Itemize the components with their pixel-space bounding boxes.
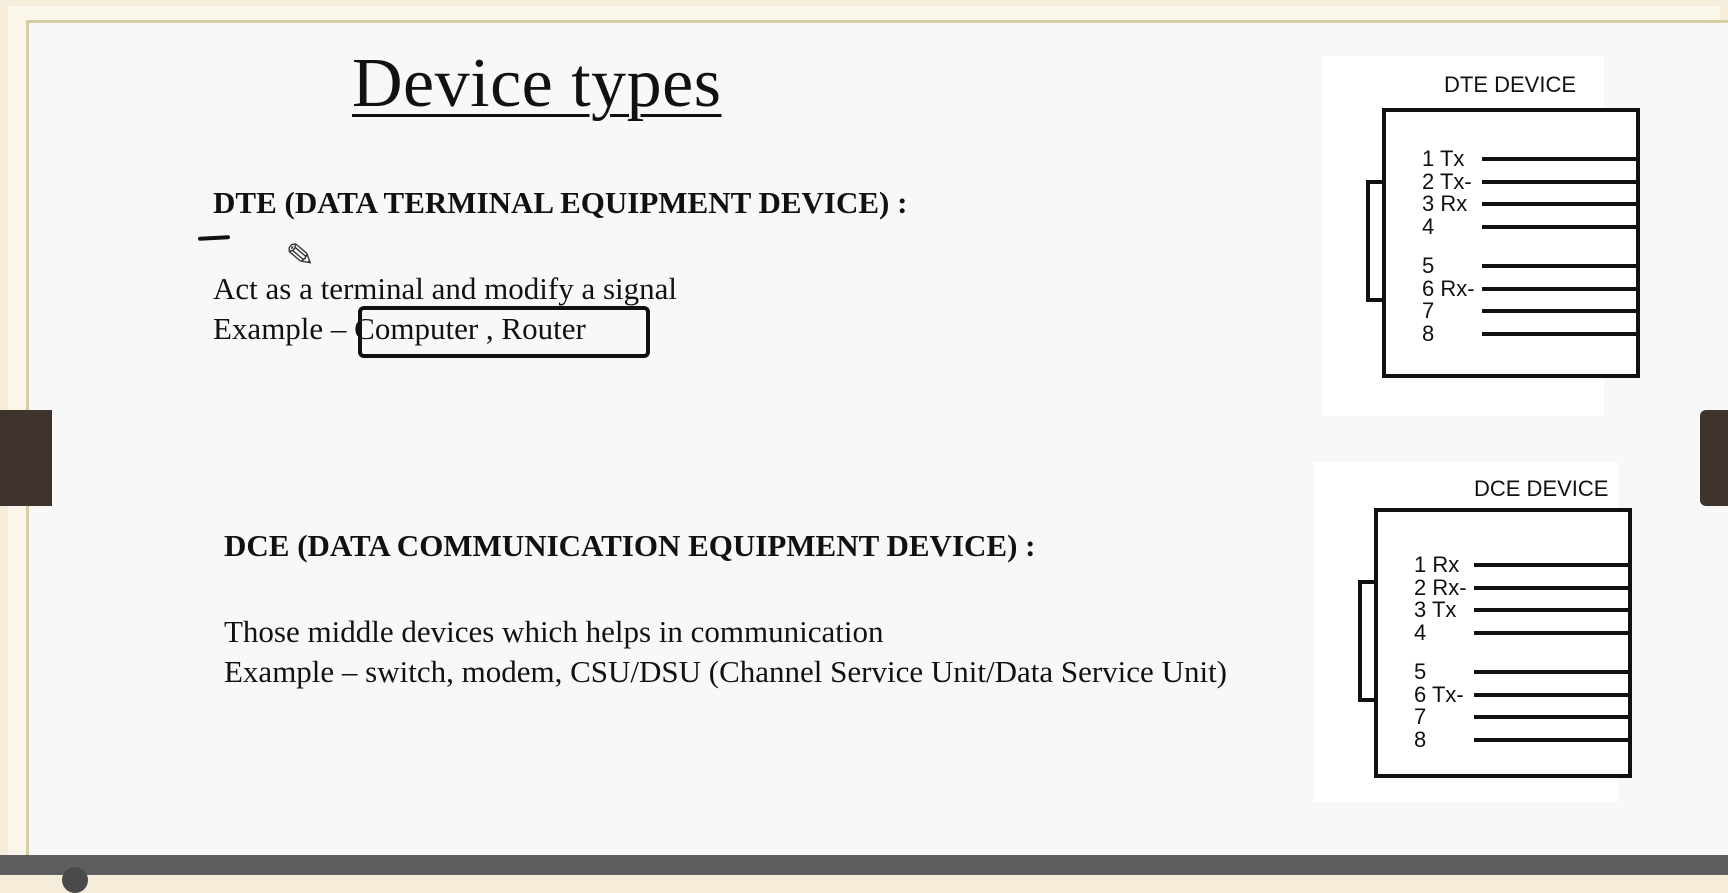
- pin-label: 7: [1414, 704, 1427, 729]
- dce-heading: DCE (DATA COMMUNICATION EQUIPMENT DEVICE…: [224, 528, 1036, 563]
- dte-pin-3: 3 Rx: [1422, 193, 1467, 215]
- dce-pin-3: 3 Tx: [1414, 599, 1456, 621]
- dce-diagram-panel: DCE DEVICE 1 Rx 2 Rx- 3 Tx 4 5 6 Tx- 7 8: [1314, 462, 1632, 802]
- pin-line: [1474, 586, 1628, 590]
- pin-label: 4: [1422, 214, 1435, 239]
- pin-label: 5: [1414, 659, 1427, 684]
- dce-example: Example – switch, modem, CSU/DSU (Channe…: [224, 654, 1228, 689]
- pin-line: [1474, 738, 1628, 742]
- pin-line: [1474, 631, 1628, 635]
- pin-label: 8: [1422, 321, 1435, 346]
- pin-label: 1 Rx: [1414, 552, 1460, 577]
- pin-label: 1 Tx: [1422, 146, 1465, 171]
- dte-port-body: [1382, 108, 1640, 378]
- dce-pin-1: 1 Rx: [1414, 554, 1459, 576]
- pin-line: [1482, 180, 1636, 184]
- dce-description: Those middle devices which helps in comm…: [224, 614, 884, 649]
- pin-line: [1482, 225, 1636, 229]
- dce-pin-2: 2 Rx-: [1414, 577, 1467, 599]
- pin-line: [1482, 287, 1636, 291]
- playback-knob[interactable]: [62, 867, 88, 893]
- ink-annotation-box: [358, 306, 650, 358]
- dte-diagram-panel: DTE DEVICE 1 Tx 2 Tx- 3 Rx 4 5 6 Rx- 7 8: [1322, 56, 1640, 416]
- pin-label: 3 Rx: [1422, 191, 1468, 216]
- dce-pin-5: 5: [1414, 661, 1426, 683]
- pin-label: 4: [1414, 620, 1427, 645]
- dte-pin-7: 7: [1422, 300, 1434, 322]
- dce-diagram-label: DCE DEVICE: [1474, 476, 1609, 501]
- pin-line: [1482, 332, 1636, 336]
- dte-pin-4: 4: [1422, 216, 1434, 238]
- pin-label: 5: [1422, 253, 1435, 278]
- dte-pin-2: 2 Tx-: [1422, 171, 1472, 193]
- pin-line: [1474, 563, 1628, 567]
- dte-pin-1: 1 Tx: [1422, 148, 1464, 170]
- pin-line: [1474, 670, 1628, 674]
- pin-line: [1482, 264, 1636, 268]
- dte-description: Act as a terminal and modify a signal: [213, 271, 678, 306]
- next-slide-handle[interactable]: [1700, 410, 1728, 506]
- dte-heading: DTE (DATA TERMINAL EQUIPMENT DEVICE) :: [213, 185, 908, 220]
- dte-diagram-label: DTE DEVICE: [1444, 72, 1577, 97]
- player-control-bar[interactable]: [0, 855, 1728, 893]
- slide-title: Device types: [352, 45, 722, 122]
- pin-label: 3 Tx: [1414, 597, 1457, 622]
- dce-pin-6: 6 Tx-: [1414, 684, 1464, 706]
- pin-label: 2 Tx-: [1422, 169, 1472, 194]
- dte-pin-5: 5: [1422, 255, 1434, 277]
- pin-label: 2 Rx-: [1414, 575, 1467, 600]
- pin-line: [1482, 157, 1636, 161]
- dte-pin-8: 8: [1422, 323, 1434, 345]
- dce-pin-4: 4: [1414, 622, 1426, 644]
- pin-label: 6 Rx-: [1422, 276, 1475, 301]
- pin-line: [1474, 608, 1628, 612]
- dce-pin-7: 7: [1414, 706, 1426, 728]
- pin-line: [1474, 715, 1628, 719]
- pin-line: [1482, 202, 1636, 206]
- dte-pin-6: 6 Rx-: [1422, 278, 1475, 300]
- pin-line: [1474, 693, 1628, 697]
- pin-label: 6 Tx-: [1414, 682, 1464, 707]
- dce-pin-8: 8: [1414, 729, 1426, 751]
- pin-label: 7: [1422, 298, 1435, 323]
- pin-label: 8: [1414, 727, 1427, 752]
- previous-slide-handle[interactable]: [0, 410, 52, 506]
- pin-line: [1482, 309, 1636, 313]
